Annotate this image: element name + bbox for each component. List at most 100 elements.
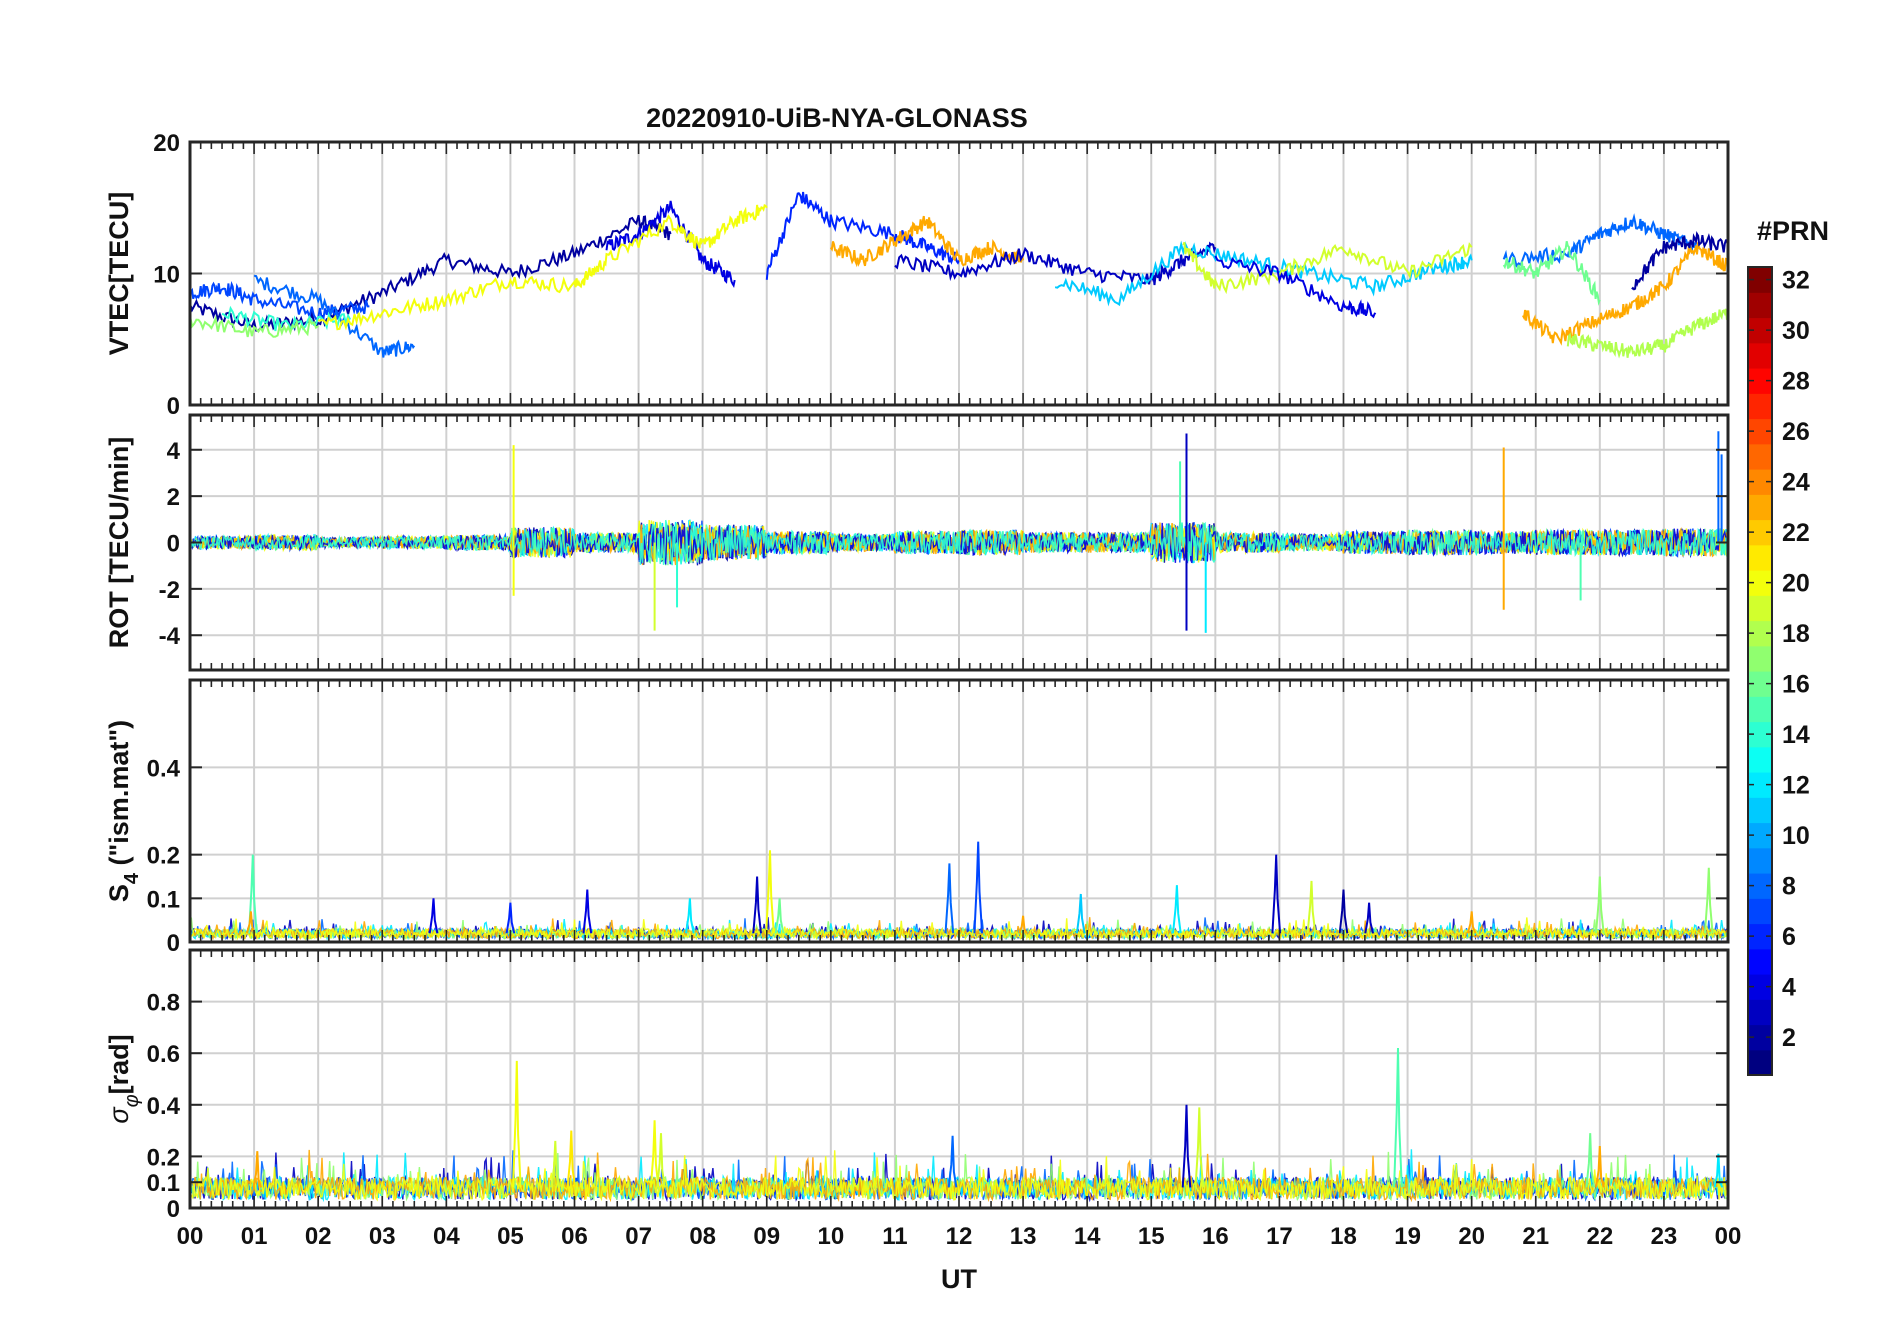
x-tick-label: 20 — [1458, 1223, 1485, 1250]
panel-s4: 0 0.1 0.2 0.4S4 ("ism.mat") — [104, 678, 1730, 957]
colorbar-segment — [1748, 443, 1772, 470]
y-tick-label: 2 — [167, 484, 180, 511]
colorbar: #PRN 2468101214161820222426283032 — [1747, 216, 1829, 1076]
colorbar-tick-label: 12 — [1782, 772, 1810, 800]
y-tick-label: -2 — [159, 577, 180, 604]
sigma-peak — [1181, 1104, 1192, 1188]
colorbar-segment — [1748, 898, 1772, 925]
colorbar-tick-label: 30 — [1782, 317, 1810, 345]
x-tick-labels: 00 01 02 03 04 05 06 07 08 09 10 11 12 13 14 15 16 17 18 19… — [177, 1223, 1742, 1250]
vtec-series-prn-20 — [317, 204, 768, 331]
y-tick-label: -4 — [159, 623, 181, 650]
x-tick-label: 13 — [1010, 1223, 1037, 1250]
colorbar-segment — [1748, 746, 1772, 773]
x-tick-label: 02 — [305, 1223, 332, 1250]
sigma-peak — [1194, 1107, 1205, 1188]
colorbar-tick-label: 28 — [1782, 368, 1810, 396]
panels: 01020VTEC[TECU]-4-2024ROT [TECU/min]00.1… — [104, 130, 1741, 1250]
colorbar-segment — [1748, 948, 1772, 975]
grid-sigma — [190, 950, 1728, 1208]
x-tick-label: 14 — [1074, 1223, 1101, 1250]
x-tick-label: 01 — [241, 1223, 268, 1250]
sigma-peak — [947, 1135, 958, 1188]
y-tick-label: 20 — [153, 130, 180, 157]
x-tick-label: 12 — [946, 1223, 973, 1250]
colorbar-segment — [1748, 544, 1772, 571]
x-tick-label: 11 — [882, 1223, 907, 1250]
x-tick-label: 05 — [497, 1223, 524, 1250]
panel-vtec: 0 10 20 VTEC[TECU] — [104, 130, 1730, 420]
colorbar-segment — [1748, 393, 1772, 420]
colorbar-segment — [1748, 1049, 1772, 1076]
s4-peak — [1075, 893, 1086, 934]
x-tick-label: 19 — [1394, 1223, 1421, 1250]
s4-peak — [685, 898, 695, 934]
colorbar-segment — [1748, 292, 1772, 319]
y-tick-label: 0.2 — [147, 1144, 180, 1171]
y-tick-label: 0.8 — [147, 990, 180, 1017]
colorbar-segment — [1748, 999, 1772, 1026]
colorbar-tick-label: 2 — [1782, 1024, 1796, 1052]
y-tick-label: 0.6 — [147, 1041, 180, 1068]
s4-peak — [428, 898, 439, 934]
x-tick-label: 17 — [1266, 1223, 1293, 1250]
y-tick-label: 0.2 — [147, 843, 180, 870]
colorbar-tick-label: 32 — [1782, 267, 1810, 295]
colorbar-segment — [1748, 494, 1772, 521]
sigma-peak — [1393, 1047, 1403, 1188]
x-tick-label: 15 — [1138, 1223, 1165, 1250]
y-axis-label-rot: ROT [TECU/min] — [104, 437, 134, 648]
colorbar-tick-label: 20 — [1782, 570, 1810, 598]
colorbar-tick-label: 6 — [1782, 923, 1796, 951]
x-tick-label: 23 — [1651, 1223, 1678, 1250]
sigma-peak — [512, 1060, 522, 1188]
panel-sigma: 00.10.2 0.4 0.6 0.8σφ[rad] — [104, 948, 1730, 1223]
x-tick-label: 00 — [177, 1223, 204, 1250]
colorbar-tick-label: 16 — [1782, 671, 1810, 699]
colorbar-tick-label: 4 — [1782, 974, 1796, 1002]
y-tick-label: 0.4 — [147, 755, 181, 782]
y-axis-label-vtec: VTEC[TECU] — [104, 192, 134, 356]
x-tick-label: 03 — [369, 1223, 396, 1250]
colorbar-tick-label: 22 — [1782, 519, 1810, 547]
colorbar-segment — [1748, 342, 1772, 369]
colorbar-tick-label: 24 — [1782, 469, 1810, 497]
y-tick-label: 0 — [167, 930, 180, 957]
colorbar-tick-label: 26 — [1782, 418, 1810, 446]
colorbar-segment — [1748, 645, 1772, 672]
x-tick-label: 18 — [1330, 1223, 1357, 1250]
x-tick-label: 10 — [817, 1223, 844, 1250]
x-axis-label: UT — [941, 1264, 977, 1294]
y-axis-label-s4: S4 ("ism.mat") — [104, 720, 143, 902]
figure-canvas: 20220910-UiB-NYA-GLONASS 01020VTEC[TECU]… — [104, 103, 1829, 1294]
colorbar-tick-label: 10 — [1782, 822, 1810, 850]
y-tick-label: 4 — [167, 438, 181, 465]
y-tick-label: 10 — [153, 262, 180, 289]
colorbar-segment — [1748, 847, 1772, 874]
y-tick-label: 0 — [167, 531, 180, 558]
x-tick-label: 08 — [689, 1223, 716, 1250]
colorbar-label: #PRN — [1757, 216, 1829, 246]
y-tick-label: 0.1 — [147, 886, 180, 913]
x-tick-label: 22 — [1586, 1223, 1613, 1250]
colorbar-tick-label: 8 — [1782, 873, 1796, 901]
s4-peak — [1172, 885, 1182, 934]
s4-peak — [752, 876, 762, 934]
x-tick-label: 00 — [1715, 1223, 1742, 1250]
colorbar-segment — [1748, 696, 1772, 723]
colorbar-tick-label: 14 — [1782, 721, 1810, 749]
y-tick-label: 0 — [167, 393, 180, 420]
y-axis-label-sigma: σφ[rad] — [104, 1034, 143, 1123]
x-tick-label: 21 — [1522, 1223, 1549, 1250]
colorbar-segment — [1748, 595, 1772, 622]
colorbar-tick-label: 18 — [1782, 620, 1810, 648]
x-tick-label: 06 — [561, 1223, 588, 1250]
colorbar-segment — [1748, 797, 1772, 824]
s4-peak — [582, 889, 593, 934]
y-tick-label: 0 — [167, 1196, 180, 1223]
x-tick-label: 04 — [433, 1223, 460, 1250]
y-tick-label: 0.1 — [147, 1170, 180, 1197]
y-tick-label: 0.4 — [147, 1093, 181, 1120]
x-tick-label: 16 — [1202, 1223, 1229, 1250]
x-tick-label: 09 — [753, 1223, 780, 1250]
